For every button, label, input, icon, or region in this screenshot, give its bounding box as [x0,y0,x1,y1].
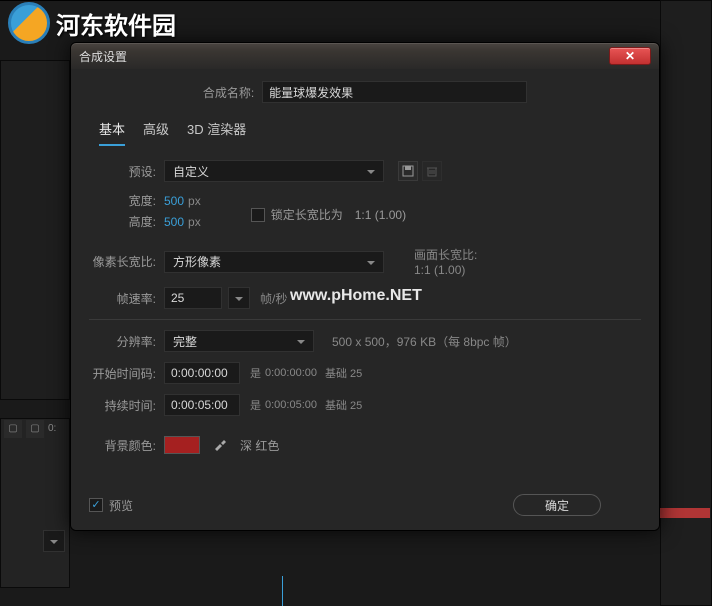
save-preset-button[interactable] [398,161,418,181]
bg-bottom-panel [0,418,70,588]
preview-checkbox[interactable] [89,498,103,512]
height-value[interactable]: 500 [164,215,184,229]
bg-icon-1[interactable]: ▢ [4,420,22,438]
comp-name-input[interactable] [262,81,527,103]
close-button[interactable]: ✕ [609,47,651,65]
width-label: 宽度: [89,192,164,209]
pixel-aspect-value: 方形像素 [173,253,221,270]
fps-dropdown[interactable] [228,287,250,309]
resolution-select[interactable]: 完整 [164,330,314,352]
bg-icon-2[interactable]: ▢ [26,420,44,438]
preview-label: 预览 [109,497,133,514]
duration-base: 基础 25 [325,397,362,413]
bg-panel-icons: ▢ ▢ 0: [4,420,56,438]
pixel-aspect-label: 像素长宽比: [89,253,164,270]
tab-advanced[interactable]: 高级 [143,119,169,146]
duration-label: 持续时间: [89,397,164,414]
bg-timeline-playhead[interactable] [282,576,283,606]
preset-value: 自定义 [173,163,209,180]
comp-name-label: 合成名称: [203,84,254,101]
duration-is: 是 [250,397,261,413]
eyedropper-icon[interactable] [210,437,230,454]
ok-button[interactable]: 确定 [513,494,601,516]
start-tc-input[interactable] [164,362,240,384]
lock-aspect-label: 锁定长宽比为 [271,206,343,223]
fps-label: 帧速率: [89,290,164,307]
duration-input[interactable] [164,394,240,416]
duration-val: 0:00:05:00 [265,399,317,411]
fps-unit: 帧/秒 [260,290,287,307]
bg-left-panel [0,60,70,400]
bgcolor-name: 深 红色 [240,437,279,454]
bgcolor-label: 背景颜色: [89,437,164,454]
watermark-site-name: 河东软件园 [56,6,176,41]
lock-aspect-ratio: 1:1 (1.00) [355,208,406,222]
bg-dropdown[interactable] [43,530,65,552]
height-label: 高度: [89,213,164,230]
delete-preset-button[interactable] [422,161,442,181]
resolution-value: 完整 [173,333,197,350]
fps-input[interactable] [164,287,222,309]
tabs: 基本 高级 3D 渲染器 [99,119,641,146]
tab-3d-renderer[interactable]: 3D 渲染器 [187,119,246,146]
frame-aspect-info: 画面长宽比: 1:1 (1.00) [414,246,477,277]
resolution-label: 分辨率: [89,333,164,350]
resolution-info: 500 x 500，976 KB（每 8bpc 帧） [332,333,517,350]
dialog-footer: 预览 确定 [89,494,641,516]
start-tc-label: 开始时间码: [89,365,164,382]
watermark-logo [8,2,50,44]
tab-basic[interactable]: 基本 [99,119,125,146]
dialog-titlebar[interactable]: 合成设置 ✕ [71,43,659,69]
bg-timecode: 0: [48,420,56,438]
bg-timeline-clip[interactable] [660,508,710,518]
preset-select[interactable]: 自定义 [164,160,384,182]
height-unit: px [188,215,201,229]
start-tc-base: 基础 25 [325,365,362,381]
start-tc-val: 0:00:00:00 [265,367,317,379]
lock-aspect-checkbox[interactable] [251,208,265,222]
pixel-aspect-select[interactable]: 方形像素 [164,251,384,273]
divider [89,319,641,320]
dialog-title: 合成设置 [79,48,609,65]
bgcolor-swatch[interactable] [164,436,200,454]
preset-label: 预设: [89,163,164,180]
width-value[interactable]: 500 [164,194,184,208]
watermark-center: www.pHome.NET [290,287,422,305]
width-unit: px [188,194,201,208]
watermark-header: 河东软件园 [0,0,184,46]
start-tc-is: 是 [250,365,261,381]
